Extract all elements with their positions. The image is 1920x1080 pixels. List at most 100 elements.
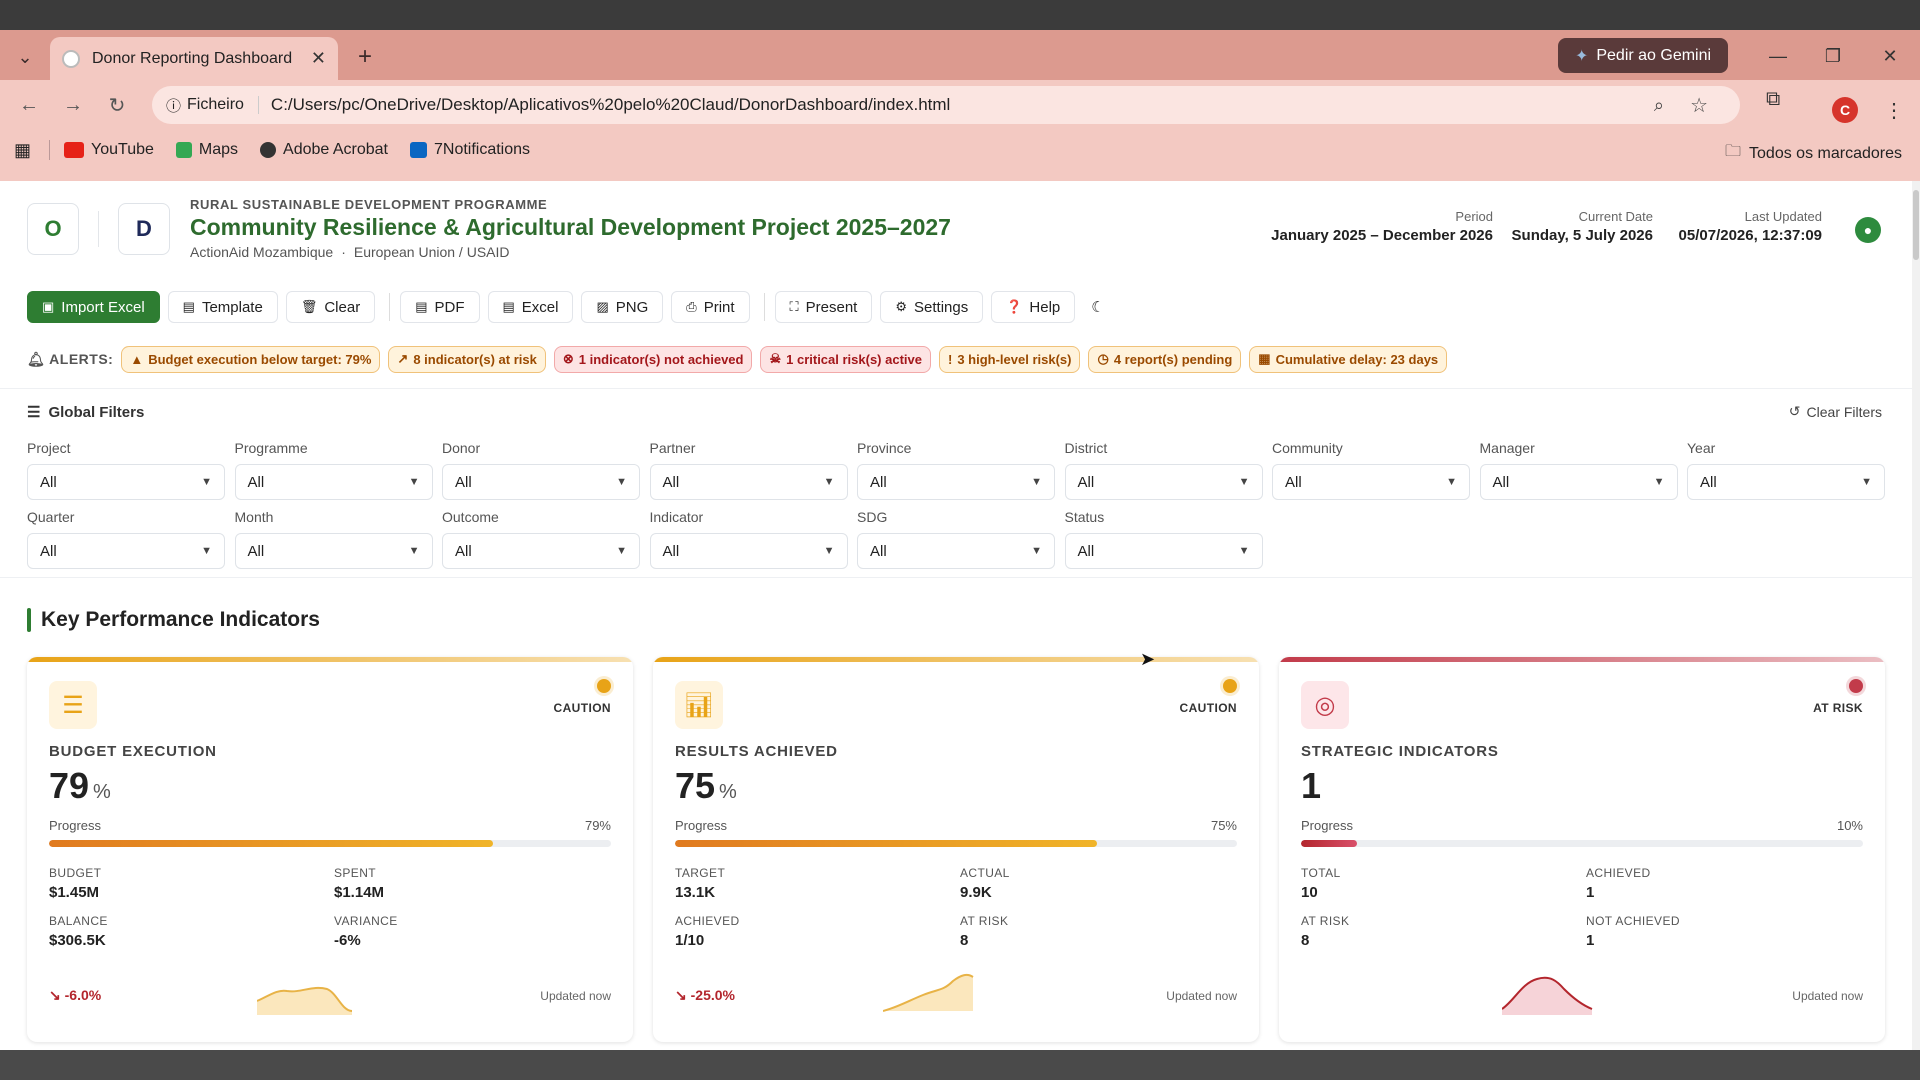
filter-select[interactable]: All ▼ <box>234 464 433 500</box>
info-icon[interactable]: ⓘ <box>166 95 181 116</box>
filter-select[interactable]: All ▼ <box>442 533 640 569</box>
filter-select[interactable]: All ▼ <box>1272 464 1470 500</box>
settings-button[interactable]: ⚙ Settings <box>880 291 984 323</box>
org-name: ActionAid Mozambique <box>190 244 334 260</box>
logo-left: O <box>27 203 79 255</box>
forward-arrow-icon[interactable]: → <box>58 90 88 120</box>
kpi-card-budget-execution[interactable]: ☰ CAUTION BUDGET EXECUTION 79% Progress 79% BU… <box>27 657 633 1042</box>
close-tab-icon[interactable]: ✕ <box>311 48 326 69</box>
file-pdf-icon: ▤ <box>415 299 428 314</box>
stat-target: TARGET 13.1K <box>675 866 935 901</box>
url-text[interactable]: C:/Users/pc/OneDrive/Desktop/Aplicativos… <box>271 95 950 115</box>
trend-indicator: ↘ -6.0% <box>49 987 102 1003</box>
clear-button[interactable]: 🗑 Clear <box>285 291 376 323</box>
new-tab-plus-icon[interactable]: + <box>350 42 380 72</box>
alert-text: 8 indicator(s) at risk <box>413 351 537 367</box>
alert-chip[interactable]: ▦ Cumulative delay: 23 days <box>1249 345 1448 373</box>
print-button[interactable]: ⎙ Print <box>671 291 750 323</box>
progress-track <box>675 840 1237 847</box>
extensions-puzzle-icon[interactable]: ⧉ <box>1766 88 1780 111</box>
alert-chip[interactable]: ◷ 4 report(s) pending <box>1088 345 1242 373</box>
zoom-icon[interactable]: ⌕ <box>1654 95 1664 116</box>
user-icon[interactable]: ● <box>1855 217 1881 243</box>
filter-select[interactable]: All ▼ <box>857 464 1055 500</box>
alert-chip[interactable]: ! 3 high-level risk(s) <box>938 345 1081 373</box>
alert-icon: ☠ <box>769 351 782 366</box>
filter-select[interactable]: All ▼ <box>1064 533 1263 569</box>
filter-select[interactable]: All ▼ <box>649 533 848 569</box>
page-subtitle: ActionAid Mozambique · European Union / US… <box>190 244 510 260</box>
stat-value: $1.14M <box>334 884 385 901</box>
dashboard-page: O D RURAL SUSTAINABLE DEVELOPMENT PROGRA… <box>0 181 1920 1050</box>
back-arrow-icon[interactable]: ← <box>14 90 44 120</box>
bookmarks-divider <box>49 140 51 160</box>
alert-icon: ! <box>947 351 953 367</box>
last-updated-value: 05/07/2026, 12:37:09 <box>1678 227 1822 244</box>
filter-partner: Partner All ▼ <box>649 440 848 500</box>
kpi-card-strategic-indicators[interactable]: ◎ AT RISK STRATEGIC INDICATORS 1 Progress 10%… <box>1279 657 1885 1042</box>
updated-label: Updated now <box>1792 989 1863 1003</box>
filter-select[interactable]: All ▼ <box>234 533 433 569</box>
filter-select[interactable]: All ▼ <box>649 464 848 500</box>
help-button[interactable]: ❓ Help <box>991 291 1076 323</box>
url-scheme-chip[interactable]: Ficheiro <box>187 96 259 114</box>
filter-select[interactable]: All ▼ <box>1064 464 1263 500</box>
all-bookmarks[interactable]: 🗀 Todos os marcadores <box>1725 140 1902 167</box>
filter-district: District All ▼ <box>1064 440 1263 500</box>
minimize-icon[interactable]: — <box>1758 42 1798 70</box>
kpi-card-results-achieved[interactable]: 📊︎ CAUTION RESULTS ACHIEVED 75% Progress 75% T… <box>653 657 1259 1042</box>
filter-project: Project All ▼ <box>27 440 225 500</box>
template-button[interactable]: ▤ Template <box>167 291 278 323</box>
import-excel-button[interactable]: ▣ Import Excel <box>27 291 160 323</box>
gemini-button[interactable]: ✦ Pedir ao Gemini <box>1558 38 1728 73</box>
apps-grid-icon[interactable]: ▦ <box>14 140 31 161</box>
stat-value: 1 <box>1586 884 1595 901</box>
alert-chip[interactable]: ↗ 8 indicator(s) at risk <box>388 345 546 373</box>
filter-select[interactable]: All ▼ <box>27 533 225 569</box>
filter-value: All <box>40 542 57 560</box>
tab-search-chevron-icon[interactable]: ⌄ <box>10 42 40 72</box>
browser-tab[interactable]: Donor Reporting Dashboard ✕ <box>50 37 338 80</box>
filter-value: All <box>1077 473 1095 491</box>
current-date-value: Sunday, 5 July 2026 <box>1511 227 1653 244</box>
present-button[interactable]: ⛶ Present <box>774 291 873 323</box>
bookmark-notifications[interactable]: 7Notifications <box>409 141 530 159</box>
png-button[interactable]: ▨ PNG <box>581 291 664 323</box>
bookmark-star-icon[interactable]: ☆ <box>1690 93 1708 118</box>
stat-label: ACHIEVED <box>675 914 740 928</box>
filter-select[interactable]: All ▼ <box>857 533 1055 569</box>
alert-chip[interactable]: ▲ Budget execution below target: 79% <box>121 345 381 373</box>
clear-filters-button[interactable]: ↺ Clear Filters <box>1789 403 1882 420</box>
filter-select[interactable]: All ▼ <box>1479 464 1678 500</box>
pdf-button[interactable]: ▤ PDF <box>400 291 480 323</box>
page-scrollbar[interactable] <box>1912 181 1920 1050</box>
address-bar[interactable]: ⓘ Ficheiro C:/Users/pc/OneDrive/Desktop/… <box>152 86 1740 124</box>
filter-select[interactable]: All ▼ <box>1687 464 1885 500</box>
section-accent-bar <box>27 608 31 632</box>
scrollbar-thumb[interactable] <box>1913 190 1919 260</box>
stat-label: SPENT <box>334 866 377 880</box>
bookmark-maps[interactable]: Maps <box>175 141 238 159</box>
card-value-unit: % <box>719 781 737 803</box>
dark-mode-moon-icon[interactable]: ☾ <box>1091 298 1104 316</box>
alert-chip[interactable]: ⊗ 1 indicator(s) not achieved <box>553 345 753 373</box>
bookmark-youtube[interactable]: YouTube <box>64 141 154 159</box>
filter-select[interactable]: All ▼ <box>442 464 640 500</box>
filter-select[interactable]: All ▼ <box>27 464 225 500</box>
profile-avatar[interactable]: C <box>1832 97 1858 123</box>
filter-province: Province All ▼ <box>857 440 1055 500</box>
browser-menu-icon[interactable]: ⋮ <box>1884 98 1904 123</box>
stat-variance: VARIANCE -6% <box>334 914 594 949</box>
close-window-icon[interactable]: ✕ <box>1870 42 1910 70</box>
updated-label: Updated now <box>1166 989 1237 1003</box>
reload-icon[interactable]: ↻ <box>102 90 132 120</box>
stat-total: TOTAL 10 <box>1301 866 1561 901</box>
excel-button[interactable]: ▤ Excel <box>487 291 574 323</box>
restore-icon[interactable]: ❐ <box>1813 42 1853 70</box>
stat-value: 8 <box>1301 932 1310 949</box>
bookmark-adobe-acrobat[interactable]: Adobe Acrobat <box>260 141 388 159</box>
alert-chip[interactable]: ☠ 1 critical risk(s) active <box>760 345 931 373</box>
status-dot <box>1223 679 1237 693</box>
gemini-label: Pedir ao Gemini <box>1596 46 1712 64</box>
chevron-down-icon: ▼ <box>201 476 212 488</box>
